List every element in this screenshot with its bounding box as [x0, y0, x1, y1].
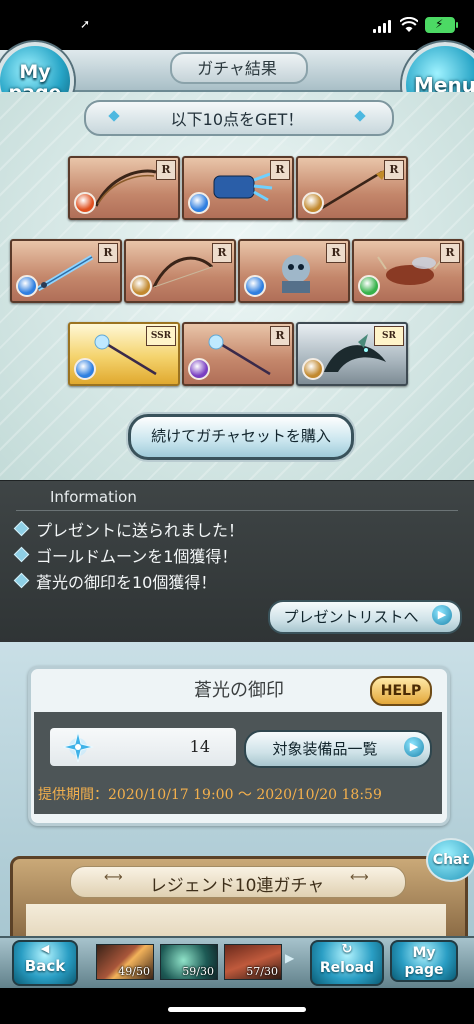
info-item: ゴールドムーンを1個獲得！	[36, 547, 238, 566]
information-title: Information	[50, 488, 137, 506]
gauntlet-weapon-image	[213, 172, 273, 202]
result-item-card[interactable]: R	[182, 322, 294, 386]
fire-element-icon	[74, 192, 96, 214]
rarity-badge: R	[270, 160, 290, 180]
quest-thumbnail[interactable]: 59/30	[160, 944, 218, 980]
result-item-card[interactable]: R	[10, 239, 122, 303]
result-item-card[interactable]: R	[68, 156, 180, 220]
home-bar-area	[0, 988, 474, 1024]
insect-summon-image	[377, 256, 445, 285]
info-item: プレゼントに送られました！	[36, 521, 245, 540]
wind-element-icon	[358, 275, 380, 297]
reload-button[interactable]: ↻ Reload	[310, 940, 384, 986]
result-item-card[interactable]: R	[238, 239, 350, 303]
result-item-card[interactable]: R	[124, 239, 236, 303]
footer-mypage-label: My page	[404, 945, 444, 978]
thumbnail-count: 57/30	[246, 965, 278, 978]
help-button[interactable]: HELP	[370, 676, 432, 706]
quest-thumbnail[interactable]: 49/50	[96, 944, 154, 980]
ticket-count: 14	[189, 737, 210, 756]
result-item-card[interactable]: R	[182, 156, 294, 220]
home-indicator[interactable]	[168, 1007, 306, 1012]
water-element-icon	[244, 275, 266, 297]
spear-weapon-image	[321, 168, 388, 210]
rarity-badge: R	[212, 243, 232, 263]
rarity-badge: SSR	[146, 326, 176, 346]
target-equipment-list-label: 対象装備品一覧	[272, 740, 378, 758]
sword-weapon-image	[36, 254, 94, 292]
earth-element-icon	[302, 358, 324, 380]
rarity-badge: SR	[374, 326, 404, 346]
rarity-badge: R	[384, 160, 404, 180]
bow-weapon-image	[152, 256, 214, 288]
offer-period: 提供期間：2020/10/17 19:00 〜 2020/10/20 18:59	[38, 787, 382, 803]
rarity-badge: R	[156, 160, 176, 180]
chevron-right-icon: ▶	[432, 605, 452, 625]
chat-button[interactable]: Chat	[426, 838, 474, 882]
earth-element-icon	[130, 275, 152, 297]
thumbnail-count: 59/30	[182, 965, 214, 978]
rarity-badge: R	[440, 243, 460, 263]
divider	[16, 510, 458, 511]
staff-weapon-image	[208, 334, 271, 376]
footer-mypage-button[interactable]: My page	[390, 940, 458, 982]
status-time: 11:46	[28, 14, 85, 34]
signal-icon	[373, 20, 395, 33]
scroll-right-icon[interactable]: ▶	[285, 951, 294, 965]
page-title: ガチャ結果	[197, 59, 277, 78]
rarity-badge: R	[270, 326, 290, 346]
water-element-icon	[188, 192, 210, 214]
legend-gacha-label: レジェンド10連ガチャ	[149, 876, 325, 896]
dark-element-icon	[188, 358, 210, 380]
result-item-card[interactable]: SSR	[68, 322, 180, 386]
chevron-right-icon: ▶	[404, 737, 424, 757]
reload-button-label: Reload	[319, 960, 375, 976]
buy-gacha-set-label: 続けてガチャセットを購入	[151, 427, 331, 445]
location-icon: ➚	[80, 17, 91, 31]
back-arrow-icon: ◀	[40, 942, 50, 955]
get-banner-label: 以下10点をGET！	[170, 110, 304, 129]
result-item-card[interactable]: R	[296, 156, 408, 220]
earth-element-icon	[302, 192, 324, 214]
wifi-icon	[399, 16, 419, 33]
rarity-badge: R	[326, 243, 346, 263]
legend-gacha-body	[26, 904, 446, 936]
present-list-label: プレゼントリストへ	[283, 608, 419, 626]
reload-icon: ↻	[341, 942, 353, 957]
skeleton-summon-image	[282, 255, 310, 293]
battery-icon: ⚡	[425, 17, 458, 33]
water-element-icon	[74, 358, 96, 380]
rarity-badge: R	[98, 243, 118, 263]
thumbnail-count: 49/50	[118, 965, 150, 978]
back-button[interactable]: ◀ Back	[12, 940, 78, 986]
result-item-card[interactable]: SR	[296, 322, 408, 386]
water-element-icon	[16, 275, 38, 297]
quest-thumbnail[interactable]: 57/30	[224, 944, 282, 980]
info-item: 蒼光の御印を10個獲得！	[36, 573, 217, 592]
crystal-icon	[62, 731, 94, 763]
result-item-card[interactable]: R	[352, 239, 464, 303]
back-button-label: Back	[24, 957, 66, 975]
whip-weapon-image	[94, 169, 157, 207]
